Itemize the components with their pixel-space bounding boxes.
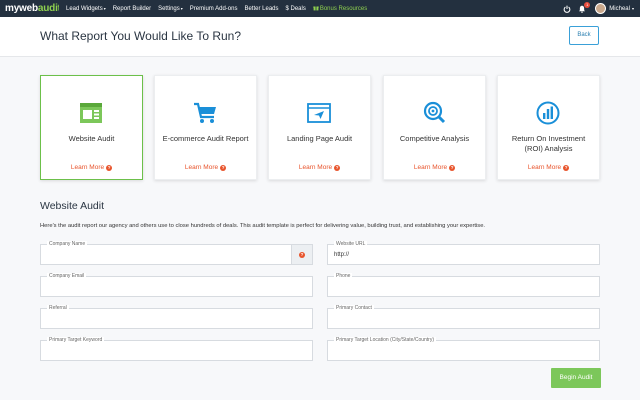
phone-field[interactable]: Phone bbox=[327, 273, 600, 297]
referral-field[interactable]: Referral bbox=[40, 305, 313, 329]
app-logo[interactable]: mywebaudit bbox=[5, 3, 59, 14]
primary-target-location-field[interactable]: Primary Target Location (City/State/Coun… bbox=[327, 337, 600, 361]
report-card-website-audit[interactable]: Website Audit Learn More? bbox=[40, 75, 143, 180]
notification-badge: 1 bbox=[584, 1, 591, 8]
learn-more-link[interactable]: Learn More? bbox=[155, 164, 256, 171]
nav-item-label: Settings bbox=[158, 5, 180, 12]
nav-item-lead-widgets[interactable]: Lead Widgets▾ bbox=[66, 6, 106, 12]
learn-more-link[interactable]: Learn More? bbox=[41, 164, 142, 171]
card-title: Landing Page Audit bbox=[286, 134, 353, 143]
avatar[interactable] bbox=[595, 3, 607, 14]
section-description: Here's the audit report our agency and o… bbox=[40, 223, 486, 229]
report-card-landing-page-audit[interactable]: Landing Page Audit Learn More? bbox=[268, 75, 371, 180]
field-label: Primary Contact bbox=[334, 305, 374, 311]
field-label: Website URL bbox=[334, 241, 368, 247]
nav-menu: Lead Widgets▾ Report Builder Settings▾ P… bbox=[59, 5, 367, 13]
page-title: What Report You Would Like To Run? bbox=[40, 29, 242, 43]
paper-plane-icon bbox=[307, 103, 331, 123]
page-header: What Report You Would Like To Run? Back bbox=[0, 17, 640, 57]
company-name-field[interactable]: Company Name ? bbox=[40, 241, 313, 265]
report-card-ecommerce-audit[interactable]: E-commerce Audit Report Learn More? bbox=[154, 75, 257, 180]
nav-item-label: Premium Add-ons bbox=[189, 5, 238, 12]
user-name[interactable]: Micheal bbox=[609, 6, 630, 12]
field-label: Primary Target Location (City/State/Coun… bbox=[334, 337, 437, 343]
nav-item-label: $ Deals bbox=[285, 5, 306, 12]
back-button[interactable]: Back bbox=[569, 26, 599, 45]
primary-contact-field[interactable]: Primary Contact bbox=[327, 305, 600, 329]
learn-more-label: Learn More bbox=[298, 164, 333, 171]
company-email-field[interactable]: Company Email bbox=[40, 273, 313, 297]
report-card-roi-analysis[interactable]: Return On Investment (ROI) Analysis Lear… bbox=[497, 75, 600, 180]
help-icon: ? bbox=[563, 165, 570, 171]
nav-item-label: Bonus Resources bbox=[319, 6, 368, 12]
nav-item-deals[interactable]: $ Deals bbox=[286, 6, 306, 12]
bar-chart-icon bbox=[536, 101, 560, 125]
help-icon: ? bbox=[334, 165, 341, 171]
browser-window-icon bbox=[80, 103, 102, 123]
field-label: Primary Target Keyword bbox=[47, 337, 105, 343]
nav-item-label: Lead Widgets bbox=[66, 5, 103, 12]
field-label: Phone bbox=[334, 273, 353, 279]
section-title: Website Audit bbox=[40, 200, 105, 212]
learn-more-link[interactable]: Learn More? bbox=[384, 164, 485, 171]
bell-icon[interactable]: 1 bbox=[577, 1, 591, 14]
nav-item-label: Better Leads bbox=[244, 5, 279, 12]
help-icon: ? bbox=[220, 165, 227, 171]
begin-audit-button[interactable]: Begin Audit bbox=[551, 368, 601, 388]
learn-more-label: Learn More bbox=[527, 164, 562, 171]
report-card-competitive-analysis[interactable]: Competitive Analysis Learn More? bbox=[383, 75, 486, 180]
nav-item-label: Report Builder bbox=[112, 5, 152, 12]
field-label: Referral bbox=[47, 305, 69, 311]
website-url-field[interactable]: Website URL http:// bbox=[327, 241, 600, 265]
card-title: Website Audit bbox=[68, 134, 115, 143]
nav-item-better-leads[interactable]: Better Leads bbox=[244, 6, 278, 12]
chevron-down-icon[interactable]: ▾ bbox=[632, 6, 634, 11]
learn-more-link[interactable]: Learn More? bbox=[269, 164, 370, 171]
nav-item-premium-addons[interactable]: Premium Add-ons bbox=[190, 6, 238, 12]
nav-user-area: 1 Micheal ▾ bbox=[557, 0, 634, 17]
primary-target-keyword-field[interactable]: Primary Target Keyword bbox=[40, 337, 313, 361]
top-navbar: mywebaudit Lead Widgets▾ Report Builder … bbox=[0, 0, 640, 17]
nav-item-report-builder[interactable]: Report Builder bbox=[113, 6, 151, 12]
target-search-icon bbox=[423, 101, 446, 124]
field-label: Company Name bbox=[47, 241, 88, 247]
chevron-down-icon: ▾ bbox=[103, 5, 106, 11]
help-addon[interactable]: ? bbox=[291, 245, 312, 264]
logo-text-accent: audit bbox=[37, 3, 59, 14]
help-icon: ? bbox=[299, 251, 305, 258]
power-icon[interactable] bbox=[562, 4, 572, 14]
field-value: http:// bbox=[334, 252, 350, 258]
card-title: Return On Investment (ROI) Analysis bbox=[511, 134, 586, 153]
field-label: Company Email bbox=[47, 273, 87, 279]
nav-item-bonus-resources[interactable]: Bonus Resources bbox=[313, 5, 367, 12]
learn-more-label: Learn More bbox=[70, 164, 105, 171]
logo-text-main: myweb bbox=[5, 3, 38, 14]
help-icon: ? bbox=[106, 165, 113, 171]
card-title: E-commerce Audit Report bbox=[162, 134, 249, 143]
learn-more-label: Learn More bbox=[413, 164, 448, 171]
learn-more-link[interactable]: Learn More? bbox=[498, 164, 599, 171]
help-icon: ? bbox=[449, 165, 456, 171]
card-title: Competitive Analysis bbox=[399, 134, 470, 143]
shopping-cart-icon bbox=[194, 102, 216, 123]
chevron-down-icon: ▾ bbox=[180, 5, 183, 11]
gift-icon bbox=[313, 6, 319, 11]
nav-item-settings[interactable]: Settings▾ bbox=[158, 6, 183, 12]
learn-more-label: Learn More bbox=[184, 164, 219, 171]
